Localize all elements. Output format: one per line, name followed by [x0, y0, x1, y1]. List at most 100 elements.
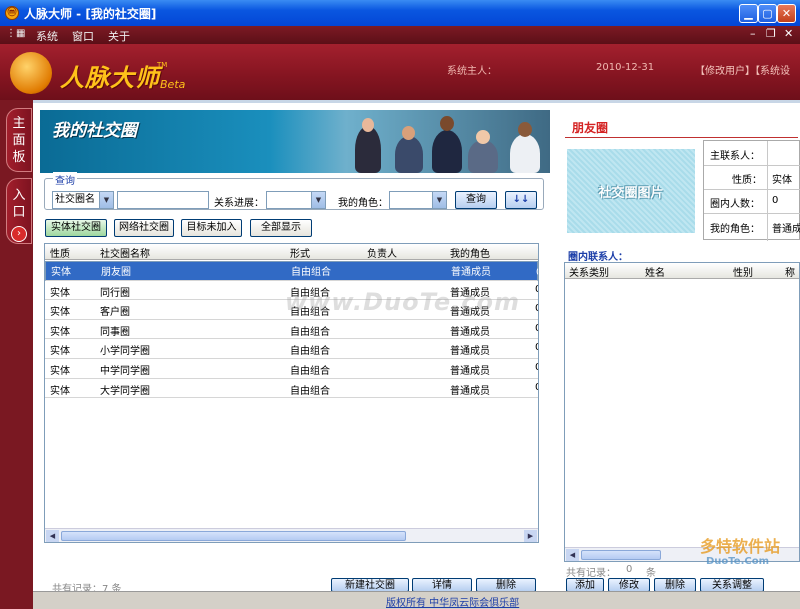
- side-tab-main-label: 主面板: [12, 116, 26, 165]
- watermark-center: www.DuoTe.com: [285, 288, 520, 316]
- circle-photo[interactable]: 社交圈图片: [567, 149, 695, 233]
- side-tab-entry-label: 入口: [12, 188, 26, 220]
- close-button[interactable]: ✕: [777, 4, 796, 23]
- scroll-right-icon[interactable]: ▶: [524, 530, 537, 542]
- watermark-corner-url: DuoTe.Com: [706, 556, 769, 567]
- menu-item-window[interactable]: 窗口: [72, 28, 94, 44]
- scroll-left-icon[interactable]: ◀: [46, 530, 59, 542]
- column-header[interactable]: 负责人: [367, 245, 397, 260]
- watermark-corner: 多特软件站: [700, 537, 781, 556]
- table-row[interactable]: 实体 小学同学圈 自由组合 普通成员 0: [45, 339, 538, 359]
- menu-bar: ⋮▦ 系统 窗口 关于 – ❐ ✕: [0, 26, 800, 44]
- logo-beta: Beta: [160, 78, 186, 91]
- table-row[interactable]: 实体 大学同学圈 自由组合 普通成员 0: [45, 379, 538, 399]
- header-date: 2010-12-31: [596, 62, 655, 73]
- column-header[interactable]: 称: [785, 264, 795, 279]
- table-cell: 朋友圈: [101, 267, 131, 278]
- title-bar: ⓜ 人脉大师 - [我的社交圈] ▁ ▢ ✕: [0, 0, 800, 26]
- app-logo-text: 人脉大师: [60, 64, 160, 92]
- table-cell: 自由组合: [290, 385, 330, 397]
- table-cell: 0: [536, 265, 538, 281]
- info-label: 我的角色：: [710, 224, 760, 235]
- column-header[interactable]: 形式: [290, 245, 310, 260]
- table-row[interactable]: 实体 中学同学圈 自由组合 普通成员 0: [45, 359, 538, 379]
- tab-target-not-joined[interactable]: 目标未加入: [181, 219, 242, 237]
- chevron-down-icon: ▼: [99, 192, 113, 208]
- table-cell: 实体: [50, 385, 70, 397]
- column-header[interactable]: 我的角色: [450, 245, 490, 260]
- app-logo-icon[interactable]: ⓜ: [5, 6, 19, 20]
- menu-grip-icon: ⋮▦: [6, 28, 26, 39]
- table-cell: 自由组合: [290, 346, 330, 358]
- circle-info-table: 主联系人： 性质： 实体 圈内人数： 0 我的角色： 普通成: [703, 140, 800, 241]
- side-tab-main-panel[interactable]: 主面板: [6, 108, 32, 172]
- delete-member-button[interactable]: 删除: [654, 578, 696, 592]
- table-cell: 自由组合: [290, 326, 330, 338]
- query-legend: 查询: [53, 172, 77, 187]
- scroll-left-icon[interactable]: ◀: [566, 549, 579, 561]
- maximize-button[interactable]: ▢: [758, 4, 777, 23]
- scrollbar-thumb[interactable]: [61, 531, 406, 541]
- sort-button[interactable]: ↓↓: [505, 191, 537, 209]
- horizontal-scrollbar[interactable]: ◀ ▶: [45, 528, 538, 542]
- table-row[interactable]: 实体 同事圈 自由组合 普通成员 0: [45, 320, 538, 340]
- info-value: 0: [772, 195, 779, 206]
- table-cell: 同事圈: [100, 326, 130, 338]
- mdi-restore-icon[interactable]: ❐: [766, 27, 776, 40]
- column-header[interactable]: 社交圈名称: [100, 245, 150, 260]
- table-cell: 自由组合: [290, 366, 330, 377]
- table-cell: 大学同学圈: [100, 385, 150, 397]
- column-header[interactable]: 关系类别: [569, 264, 609, 279]
- table-row[interactable]: 实体 朋友圈 自由组合 普通成员 0: [45, 261, 538, 281]
- role-select[interactable]: ▼: [389, 191, 447, 209]
- app-header: 人脉大师 TM Beta 系统主人： 2010-12-31 【修改用户】【系统设: [0, 44, 800, 100]
- field-select[interactable]: 社交圈名 ▼: [52, 191, 114, 209]
- members-label: 圈内联系人：: [568, 252, 628, 263]
- info-value: 实体: [772, 175, 792, 186]
- table-cell: 实体: [50, 346, 70, 358]
- table-cell: 普通成员: [450, 385, 490, 397]
- relation-select[interactable]: ▼: [266, 191, 326, 209]
- header-links[interactable]: 【修改用户】【系统设: [695, 62, 790, 77]
- mdi-minimize-icon[interactable]: –: [750, 27, 756, 40]
- copyright-link[interactable]: 版权所有 中华凤云际会俱乐部: [386, 594, 519, 609]
- owner-label: 系统主人：: [447, 66, 497, 77]
- members-count-label: 共有记录：: [566, 568, 616, 579]
- search-button[interactable]: 查询: [455, 191, 497, 209]
- column-header[interactable]: 性别: [733, 264, 753, 279]
- new-circle-button[interactable]: 新建社交圈: [331, 578, 409, 592]
- mdi-close-icon[interactable]: ✕: [784, 27, 793, 40]
- table-cell: 0: [535, 382, 538, 393]
- tab-show-all[interactable]: 全部显示: [250, 219, 312, 237]
- role-label: 我的角色：: [338, 198, 388, 209]
- menu-item-system[interactable]: 系统: [36, 28, 58, 44]
- title-divider: [565, 137, 798, 138]
- menu-item-about[interactable]: 关于: [108, 28, 130, 44]
- search-input[interactable]: [117, 191, 209, 209]
- scrollbar-thumb[interactable]: [581, 550, 661, 560]
- members-table-header: 关系类别 姓名 性别 称: [565, 263, 799, 279]
- minimize-button[interactable]: ▁: [739, 4, 758, 23]
- table-cell: 小学同学圈: [100, 346, 150, 358]
- table-header: 性质 社交圈名称 形式 负责人 我的角色: [45, 244, 538, 260]
- column-header[interactable]: 姓名: [645, 264, 665, 279]
- table-cell: 普通成员: [451, 267, 491, 278]
- edit-member-button[interactable]: 修改: [608, 578, 650, 592]
- table-cell: 实体: [50, 326, 70, 338]
- side-tab-entry[interactable]: 入口 ›: [6, 178, 32, 244]
- members-count-unit: 条: [646, 568, 656, 579]
- table-cell: 自由组合: [291, 267, 331, 278]
- details-button[interactable]: 详情: [412, 578, 472, 592]
- logo-people-icon: [10, 52, 52, 94]
- column-header[interactable]: 性质: [50, 245, 70, 260]
- banner: 我的社交圈: [40, 110, 550, 173]
- banner-title: 我的社交圈: [52, 121, 137, 141]
- table-cell: 实体: [50, 366, 70, 377]
- tab-online-circles[interactable]: 网络社交圈: [114, 219, 174, 237]
- info-label: 性质：: [732, 175, 762, 186]
- adjust-relation-button[interactable]: 关系调整: [700, 578, 764, 592]
- delete-button[interactable]: 删除: [476, 578, 536, 592]
- add-member-button[interactable]: 添加: [566, 578, 604, 592]
- tab-physical-circles[interactable]: 实体社交圈: [45, 219, 107, 237]
- table-cell: 0: [535, 342, 538, 353]
